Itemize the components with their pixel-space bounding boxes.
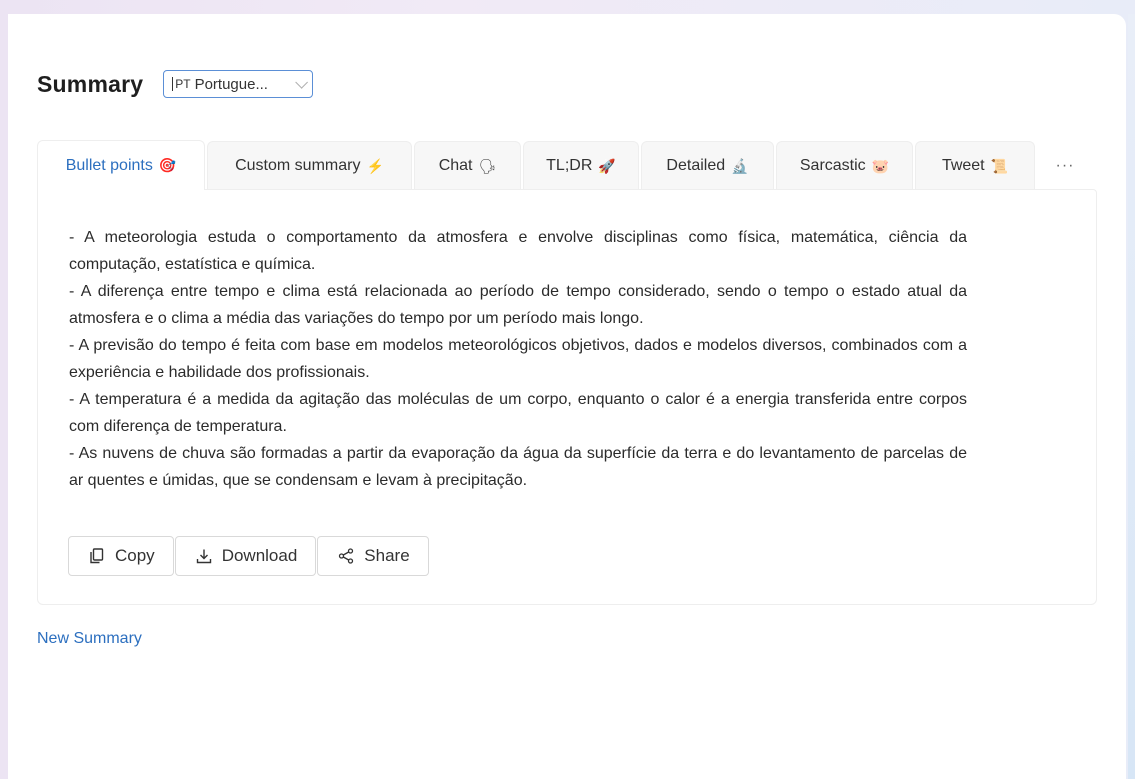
tab-custom-summary[interactable]: Custom summary ⚡ [207, 141, 412, 190]
share-label: Share [364, 546, 410, 565]
download-icon [196, 548, 212, 564]
tab-sarcastic[interactable]: Sarcastic 🐷 [776, 141, 913, 190]
language-code: PT [172, 77, 191, 91]
summary-bullet: - A temperatura é a medida da agitação d… [69, 391, 967, 435]
tab-label: Tweet [941, 157, 985, 174]
target-icon: 🎯 [158, 157, 177, 173]
tab-label: Chat [438, 157, 473, 174]
tab-tldr[interactable]: TL;DR 🚀 [523, 141, 639, 190]
page-title: Summary [37, 70, 144, 97]
tab-label: TL;DR [546, 157, 593, 174]
summary-bullet: - As nuvens de chuva são formadas a part… [69, 445, 967, 489]
summary-bullet: - A diferença entre tempo e clima está r… [69, 283, 967, 327]
chevron-down-icon [295, 75, 309, 89]
tab-bullet-points[interactable]: Bullet points 🎯 [37, 140, 205, 190]
microscope-icon: 🔬 [731, 157, 749, 174]
summary-text: - A meteorologia estuda o comportamento … [69, 224, 967, 494]
tab-label: Sarcastic [799, 157, 866, 174]
summary-style-tabs: Bullet points 🎯 Custom summary ⚡ Chat 🗣 … [37, 140, 1093, 190]
speaking-head-icon: 🗣 [478, 157, 497, 174]
summary-bullet: - A meteorologia estuda o comportamento … [69, 229, 967, 273]
summary-actions: Copy Download Share [68, 536, 430, 576]
copy-button[interactable]: Copy [68, 536, 174, 576]
scroll-icon: 📜 [990, 157, 1009, 174]
lightning-icon: ⚡ [366, 157, 384, 174]
copy-label: Copy [115, 546, 155, 565]
tab-tweet[interactable]: Tweet 📜 [915, 141, 1035, 190]
tab-label: Detailed [666, 157, 726, 174]
scrollbar-track[interactable] [1128, 14, 1135, 779]
summary-content-box: - A meteorologia estuda o comportamento … [37, 189, 1097, 605]
new-summary-link[interactable]: New Summary [37, 630, 142, 648]
download-label: Download [221, 546, 298, 565]
share-button[interactable]: Share [317, 536, 429, 576]
summary-header: Summary PT Portugue... [37, 70, 314, 98]
share-icon [338, 548, 354, 564]
rocket-icon: 🚀 [598, 157, 616, 174]
tab-detailed[interactable]: Detailed 🔬 [641, 141, 774, 190]
summary-bullet: - A previsão do tempo é feita com base e… [69, 337, 967, 381]
tab-label: Bullet points [65, 156, 153, 174]
language-label: Portugue... [194, 75, 268, 93]
copy-icon [89, 548, 105, 564]
pig-icon: 🐷 [871, 157, 890, 174]
download-button[interactable]: Download [174, 536, 317, 576]
tab-chat[interactable]: Chat 🗣 [414, 141, 521, 190]
tab-label: Custom summary [235, 157, 361, 174]
more-tabs-button[interactable]: ··· [1037, 141, 1093, 190]
language-select[interactable]: PT Portugue... [163, 70, 314, 98]
